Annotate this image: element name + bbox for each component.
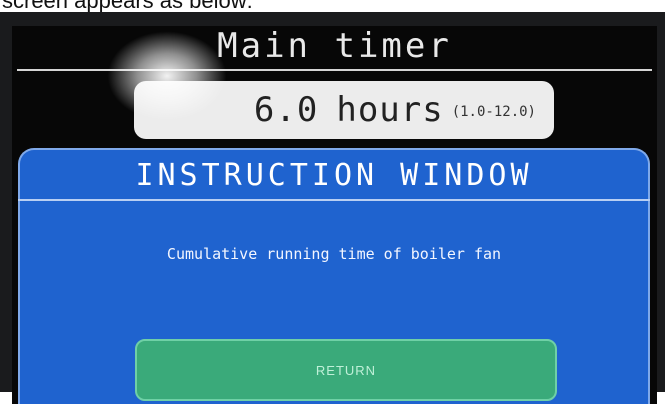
timer-range: (1.0-12.0) (451, 104, 536, 120)
device-bezel: Main timer 6.0 hours (1.0-12.0) INSTRUCT… (0, 12, 665, 404)
display-screen: Main timer 6.0 hours (1.0-12.0) INSTRUCT… (12, 26, 657, 404)
timer-unit: hours (336, 90, 444, 130)
timer-value-field[interactable]: 6.0 hours (1.0-12.0) (134, 81, 554, 139)
timer-value: 6.0 (253, 90, 319, 130)
instruction-window-title: INSTRUCTION WINDOW (135, 158, 533, 193)
instruction-text: Cumulative running time of boiler fan (166, 245, 502, 263)
screen-title: Main timer (217, 26, 452, 66)
panel-divider (18, 199, 650, 201)
title-divider (17, 69, 652, 71)
